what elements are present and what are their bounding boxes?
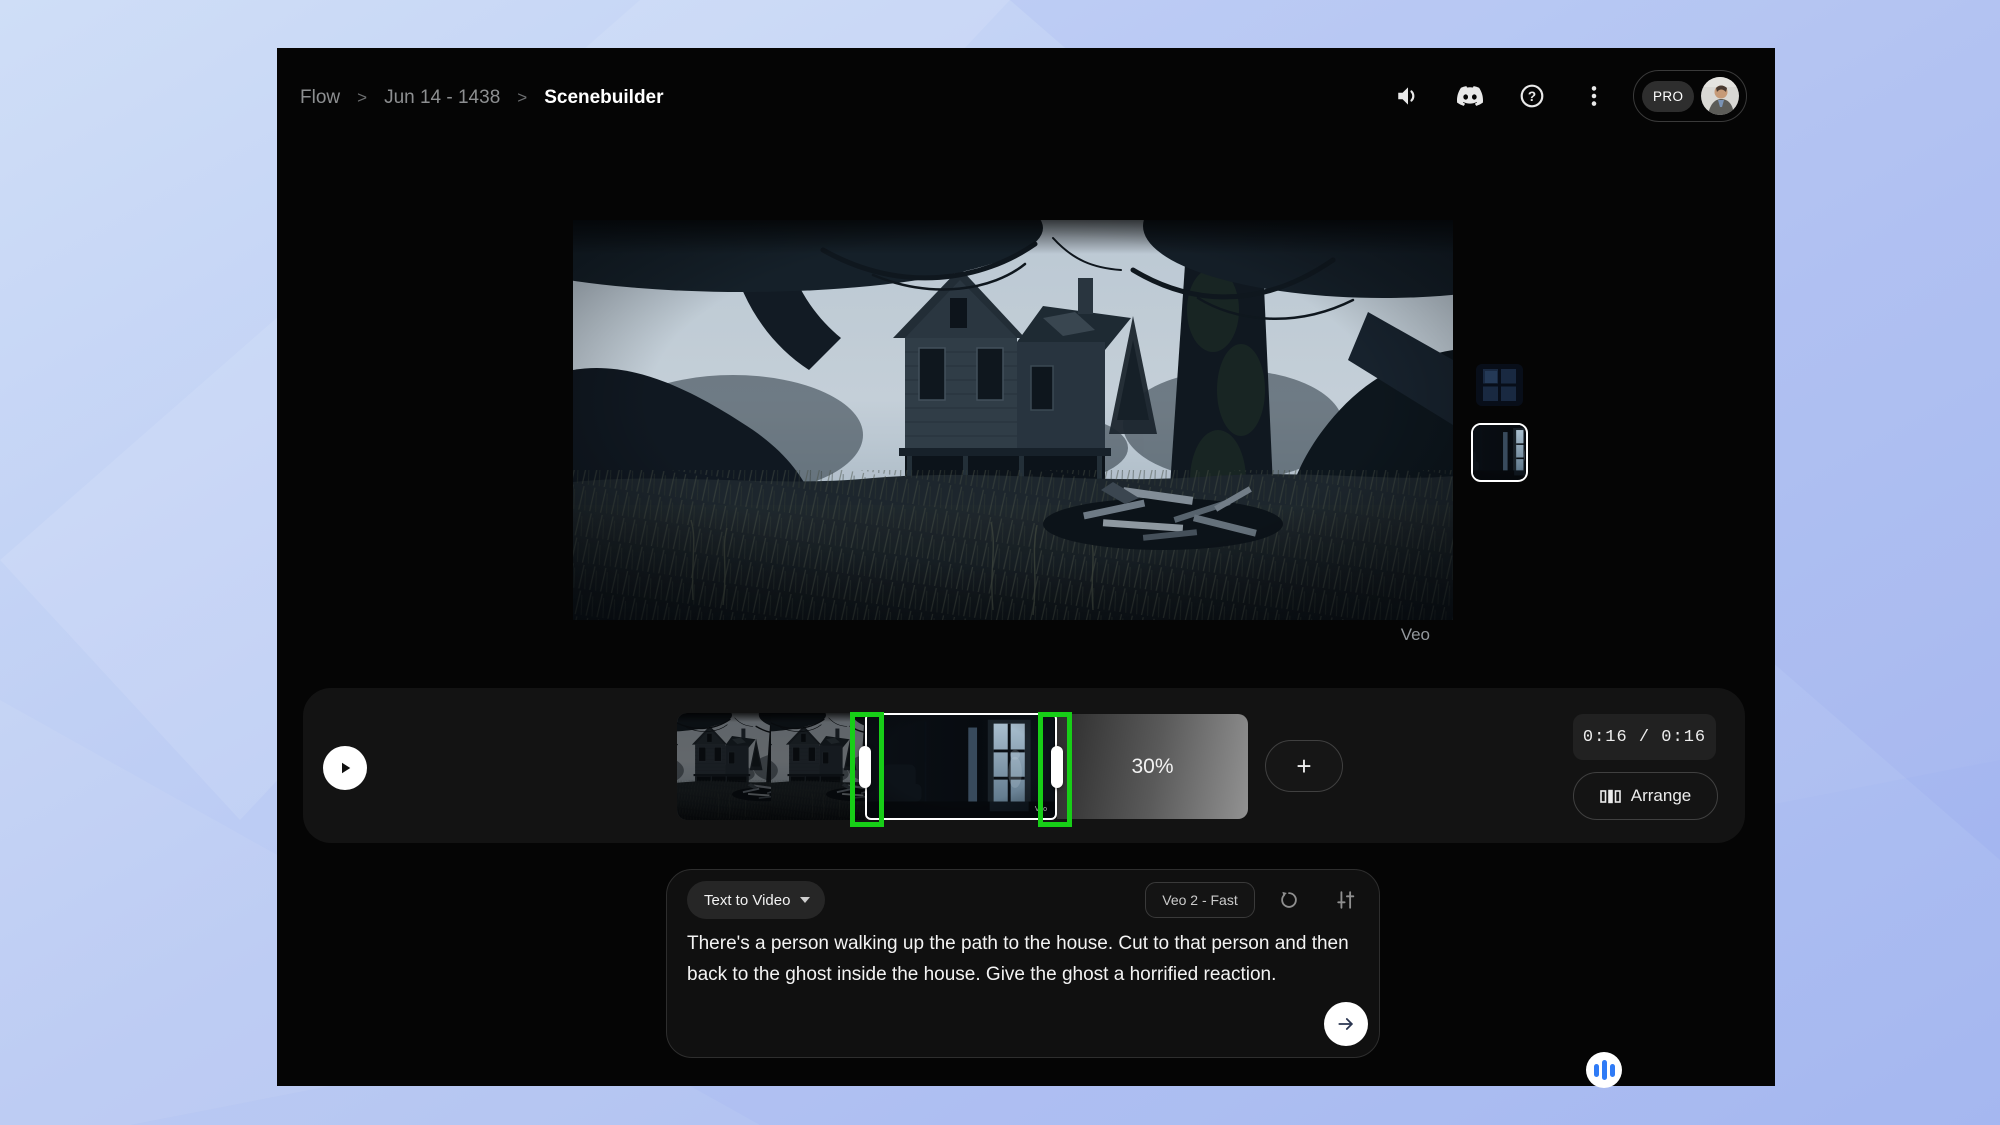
prompt-box: Text to Video Veo 2 - Fast There's a per…	[666, 869, 1380, 1058]
add-clip-button[interactable]: +	[1265, 740, 1343, 792]
scene-thumbnail-selected[interactable]	[1471, 423, 1528, 482]
video-preview[interactable]	[573, 220, 1453, 620]
trim-handle-right[interactable]	[1051, 746, 1063, 788]
generating-clip[interactable]: 30%	[1057, 714, 1248, 819]
arrange-button[interactable]: Arrange	[1573, 772, 1718, 820]
breadcrumb: Flow > Jun 14 - 1438 > Scenebuilder	[300, 85, 664, 111]
trim-handle-left[interactable]	[859, 746, 871, 788]
help-icon[interactable]: ?	[1519, 83, 1545, 109]
app-window: Flow > Jun 14 - 1438 > Scenebuilder ? PR…	[277, 48, 1775, 1086]
discord-icon[interactable]	[1457, 83, 1483, 109]
time-display: 0:16 / 0:16	[1573, 714, 1716, 760]
prompt-textarea[interactable]: There's a person walking up the path to …	[687, 928, 1363, 990]
timeline-clip-selected[interactable]: Veo	[865, 713, 1057, 820]
account-menu[interactable]: PRO	[1633, 70, 1747, 122]
play-button[interactable]	[323, 746, 367, 790]
add-clip-label: +	[1296, 751, 1311, 782]
audio-bar	[1602, 1060, 1607, 1080]
arrange-icon	[1600, 789, 1621, 804]
volume-icon[interactable]	[1395, 83, 1421, 109]
model-selector[interactable]: Veo 2 - Fast	[1145, 882, 1255, 918]
breadcrumb-separator: >	[357, 88, 367, 108]
audio-levels-button[interactable]	[1586, 1052, 1622, 1088]
pro-badge: PRO	[1642, 81, 1694, 112]
breadcrumb-flow[interactable]: Flow	[300, 87, 340, 109]
generation-progress: 30%	[1131, 755, 1173, 779]
mode-label: Text to Video	[704, 892, 790, 909]
submit-button[interactable]	[1324, 1002, 1368, 1046]
veo-watermark: Veo	[1340, 625, 1430, 645]
audio-bar	[1610, 1064, 1615, 1077]
mode-dropdown[interactable]: Text to Video	[687, 881, 825, 919]
breadcrumb-separator: >	[517, 88, 527, 108]
scene-thumbnail-window[interactable]	[1476, 364, 1523, 406]
settings-sliders-icon[interactable]	[1330, 884, 1362, 916]
top-actions: ? PRO	[1359, 70, 1747, 122]
breadcrumb-project[interactable]: Jun 14 - 1438	[384, 87, 500, 109]
timeline-bar: 30% Veo + 0:16 / 0:16 Arrange	[303, 688, 1745, 843]
arrange-label: Arrange	[1631, 786, 1691, 806]
reset-icon[interactable]	[1273, 884, 1305, 916]
model-label: Veo 2 - Fast	[1162, 892, 1237, 908]
timeline-clip-1[interactable]	[677, 713, 865, 820]
clip-veo-watermark: Veo	[1035, 806, 1047, 813]
caret-down-icon	[800, 897, 810, 903]
svg-text:?: ?	[1528, 89, 1536, 104]
more-options-icon[interactable]	[1581, 83, 1607, 109]
breadcrumb-scenebuilder: Scenebuilder	[544, 87, 663, 109]
avatar[interactable]	[1701, 77, 1739, 115]
audio-bar	[1594, 1064, 1599, 1077]
